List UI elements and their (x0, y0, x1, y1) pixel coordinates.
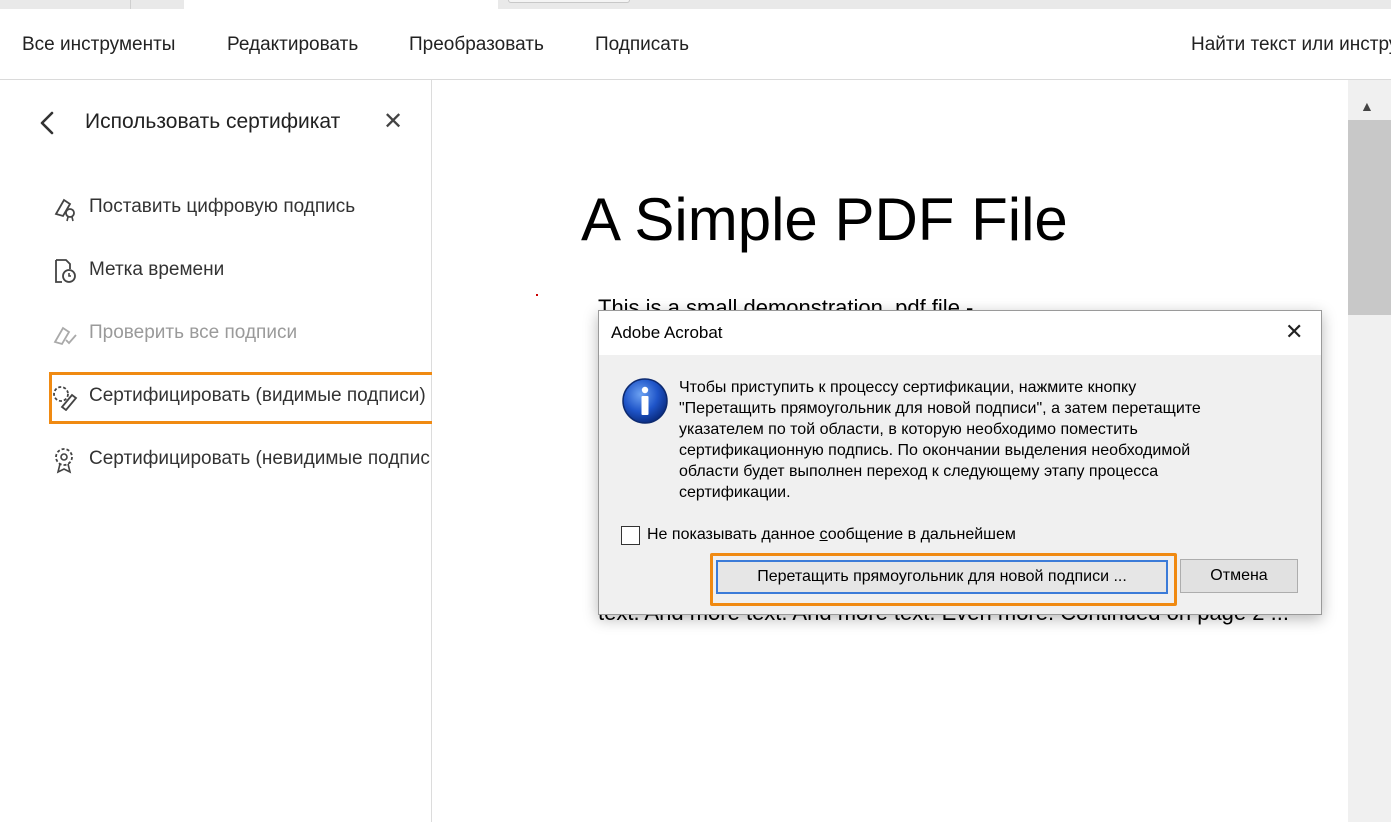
doc-heading: A Simple PDF File (581, 186, 1068, 253)
panel-item-label: Метка времени (89, 259, 225, 280)
timestamp-icon (55, 259, 76, 283)
certificate-panel: Использовать сертификат ✕ Поставить цифр… (0, 80, 455, 822)
dialog-message: Чтобы приступить к процессу сертификации… (679, 379, 1201, 501)
dialog-close-icon[interactable]: ✕ (1285, 319, 1303, 345)
tab-strip (0, 0, 1391, 9)
validate-signatures-icon (53, 326, 77, 346)
panel-item-certify-invisible[interactable]: Сертифицировать (невидимые подписи) (50, 439, 430, 479)
panel-item-label: Проверить все подписи (89, 322, 298, 343)
doc-mark (536, 294, 538, 296)
highlight-certify-visible (49, 372, 455, 424)
panel-item-label: Сертифицировать (невидимые подписи) (89, 448, 430, 469)
panel-item-timestamp[interactable]: Метка времени (50, 250, 430, 290)
search-input[interactable]: Найти текст или инструмент (1191, 34, 1391, 56)
menu-edit[interactable]: Редактировать (227, 34, 358, 56)
dont-show-label[interactable]: Не показывать данное сообщение в дальней… (647, 526, 1016, 544)
scroll-thumb[interactable] (1348, 120, 1391, 315)
vertical-scrollbar[interactable]: ▲ (1348, 80, 1391, 822)
back-arrow-icon[interactable] (36, 109, 60, 137)
info-icon (622, 378, 668, 424)
top-menubar: Все инструменты Редактировать Преобразов… (0, 9, 1391, 80)
active-tab[interactable] (184, 0, 498, 9)
highlight-drag-button (710, 553, 1177, 606)
panel-item-digital-sign[interactable]: Поставить цифровую подпись (50, 187, 430, 227)
scroll-up-icon[interactable]: ▲ (1360, 98, 1374, 114)
cancel-button[interactable]: Отмена (1180, 559, 1298, 593)
menu-all-tools[interactable]: Все инструменты (22, 34, 175, 56)
dialog-title: Adobe Acrobat (611, 323, 723, 342)
tab-new[interactable] (508, 0, 630, 3)
digital-signature-icon (54, 198, 75, 222)
panel-title: Использовать сертификат (85, 110, 341, 133)
menu-sign[interactable]: Подписать (595, 34, 689, 56)
panel-item-validate: Проверить все подписи (50, 313, 430, 353)
dialog-titlebar: Adobe Acrobat ✕ (599, 311, 1321, 355)
dont-show-checkbox[interactable] (621, 526, 640, 545)
certify-invisible-icon (55, 448, 73, 474)
menu-convert[interactable]: Преобразовать (409, 34, 544, 56)
tab-separator (130, 0, 131, 9)
panel-item-label: Поставить цифровую подпись (89, 196, 356, 217)
close-panel-icon[interactable]: ✕ (383, 107, 403, 136)
